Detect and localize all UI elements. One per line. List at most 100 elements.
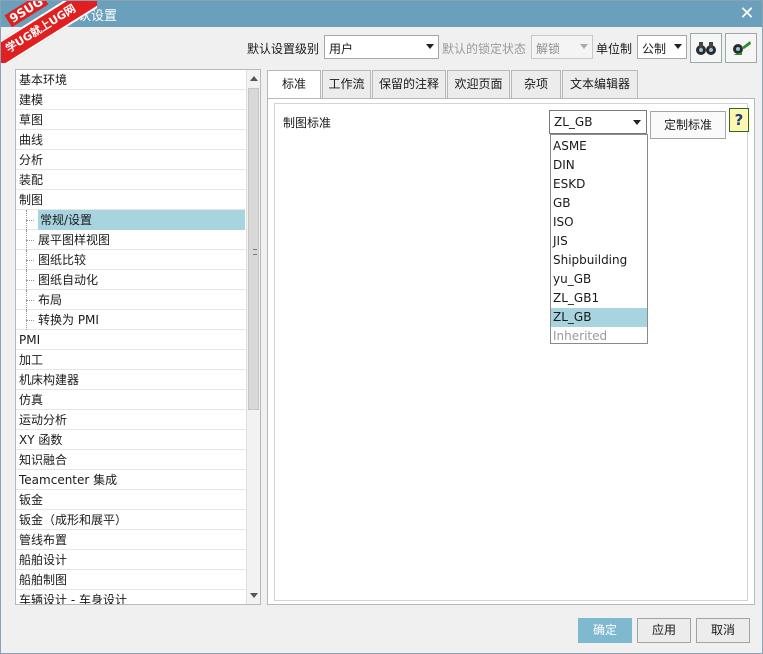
tree-item[interactable]: 草图	[16, 110, 247, 130]
tree-item-label: 图纸自动化	[38, 273, 99, 287]
tree-child-item[interactable]: 常规/设置	[16, 210, 247, 230]
standard-tab-panel: 制图标准 ZL_GB 定制标准 ? ASME DIN ESKD GB ISO JIS Shi…	[267, 98, 755, 605]
tree-item[interactable]: 钣金（成形和展平）	[16, 510, 247, 530]
dropdown-option[interactable]: ZL_GB	[551, 308, 647, 327]
tree-item-label: 钣金	[19, 493, 44, 507]
import-export-button[interactable]	[725, 33, 757, 63]
grip-icon	[253, 249, 257, 255]
dropdown-option[interactable]: ZL_GB1	[551, 289, 647, 308]
tree-item[interactable]: 知识融合	[16, 450, 247, 470]
dropdown-option[interactable]: JIS	[551, 232, 647, 251]
panel-content: 制图标准 ZL_GB 定制标准 ? ASME DIN ESKD GB ISO JIS Shi…	[274, 103, 749, 601]
tree-item-label: 建模	[19, 93, 44, 107]
default-settings-dialog: 默认设置 ✕ 学UG就上UG网 9SUG 默认设置级别 用户 默认的锁定状态 解…	[0, 0, 763, 654]
tab-text-editor[interactable]: 文本编辑器	[562, 70, 638, 98]
scroll-up-icon[interactable]	[250, 76, 258, 81]
dropdown-option[interactable]: Shipbuilding	[551, 251, 647, 270]
tree-item-label: Teamcenter 集成	[19, 473, 118, 487]
tree-item-label: 仿真	[19, 393, 44, 407]
tab-standard[interactable]: 标准	[267, 70, 321, 100]
dropdown-option[interactable]: GB	[551, 194, 647, 213]
tree-item[interactable]: Teamcenter 集成	[16, 470, 247, 490]
drafting-standard-select[interactable]: ZL_GB	[549, 110, 647, 134]
tree-item-label: 分析	[19, 153, 44, 167]
tree-item-label: 基本环境	[19, 73, 68, 87]
tree-child-item[interactable]: 图纸比较	[16, 250, 247, 270]
tree-list: 基本环境建模草图曲线分析装配制图常规/设置展平图样视图图纸比较图纸自动化布局转换…	[16, 70, 247, 604]
tree-item-label: 常规/设置	[38, 210, 245, 230]
watermark-badge: 学UG就上UG网 9SUG	[1, 1, 97, 63]
tree-item[interactable]: 基本环境	[16, 70, 247, 90]
dropdown-option[interactable]: ISO	[551, 213, 647, 232]
dropdown-option[interactable]: ASME	[551, 137, 647, 156]
tab-retained-annotations[interactable]: 保留的注释	[372, 70, 446, 98]
unit-select-value: 公制	[642, 42, 667, 56]
find-setting-button[interactable]	[690, 33, 722, 63]
tree-item[interactable]: XY 函数	[16, 430, 247, 450]
tree-item-label: 转换为 PMI	[38, 313, 99, 327]
apply-button[interactable]: 应用	[637, 618, 691, 643]
scroll-thumb[interactable]	[248, 88, 259, 410]
chevron-down-icon	[674, 44, 682, 49]
tree-item[interactable]: 加工	[16, 350, 247, 370]
cancel-button[interactable]: 取消	[696, 618, 750, 643]
tree-item[interactable]: 仿真	[16, 390, 247, 410]
tree-item-label: 布局	[38, 293, 63, 307]
tree-scrollbar[interactable]	[246, 70, 260, 604]
tree-item-label: 展平图样视图	[38, 233, 111, 247]
tree-item[interactable]: 运动分析	[16, 410, 247, 430]
tree-child-item[interactable]: 展平图样视图	[16, 230, 247, 250]
tree-item-label: 钣金（成形和展平）	[19, 513, 128, 527]
tree-item[interactable]: 曲线	[16, 130, 247, 150]
unit-select[interactable]: 公制	[637, 35, 687, 59]
tree-item[interactable]: 建模	[16, 90, 247, 110]
tree-item-label: 制图	[19, 193, 44, 207]
tree-item-label: 草图	[19, 113, 44, 127]
tree-item-label: XY 函数	[19, 433, 63, 447]
tree-item[interactable]: 船舶设计	[16, 550, 247, 570]
tab-workflow[interactable]: 工作流	[322, 70, 371, 98]
settings-category-tree[interactable]: 基本环境建模草图曲线分析装配制图常规/设置展平图样视图图纸比较图纸自动化布局转换…	[15, 69, 261, 605]
level-select[interactable]: 用户	[324, 35, 439, 59]
drafting-standard-value: ZL_GB	[554, 115, 593, 129]
tab-welcome-page[interactable]: 欢迎页面	[447, 70, 510, 98]
chevron-down-icon	[426, 44, 434, 49]
import-export-icon	[733, 41, 751, 55]
tree-item[interactable]: 车辆设计 - 车身设计	[16, 590, 247, 604]
tree-child-item[interactable]: 图纸自动化	[16, 270, 247, 290]
tree-item[interactable]: PMI	[16, 330, 247, 350]
level-select-value: 用户	[329, 42, 354, 56]
tree-item[interactable]: 制图	[16, 190, 247, 210]
dropdown-option[interactable]: yu_GB	[551, 270, 647, 289]
dropdown-option[interactable]: ESKD	[551, 175, 647, 194]
tree-item-label: 装配	[19, 173, 44, 187]
tree-item-label: 加工	[19, 353, 44, 367]
lock-select[interactable]: 解锁	[531, 35, 593, 59]
tree-item-label: 曲线	[19, 133, 44, 147]
tree-item[interactable]: 机床构建器	[16, 370, 247, 390]
unit-label: 单位制	[596, 42, 633, 56]
chevron-down-icon	[580, 44, 588, 49]
help-icon[interactable]: ?	[729, 108, 749, 132]
dropdown-option[interactable]: DIN	[551, 156, 647, 175]
chevron-down-icon	[633, 120, 641, 125]
scroll-down-icon[interactable]	[250, 593, 258, 598]
customize-standard-button[interactable]: 定制标准	[650, 111, 726, 139]
drafting-standard-label: 制图标准	[283, 116, 332, 130]
tree-child-item[interactable]: 布局	[16, 290, 247, 310]
tree-item[interactable]: 装配	[16, 170, 247, 190]
tree-item[interactable]: 分析	[16, 150, 247, 170]
dropdown-option: Inherited	[553, 329, 608, 343]
ok-button[interactable]: 确定	[578, 618, 632, 643]
tree-item[interactable]: 管线布置	[16, 530, 247, 550]
tree-child-item[interactable]: 转换为 PMI	[16, 310, 247, 330]
tree-item[interactable]: 船舶制图	[16, 570, 247, 590]
tab-misc[interactable]: 杂项	[511, 70, 561, 98]
tree-item-label: 船舶设计	[19, 553, 68, 567]
tree-item-label: 知识融合	[19, 453, 68, 467]
tree-item[interactable]: 钣金	[16, 490, 247, 510]
close-icon[interactable]: ✕	[738, 3, 756, 25]
tree-item-label: PMI	[19, 333, 41, 347]
tree-item-label: 船舶制图	[19, 573, 68, 587]
title-bar: 默认设置 ✕	[1, 1, 762, 27]
